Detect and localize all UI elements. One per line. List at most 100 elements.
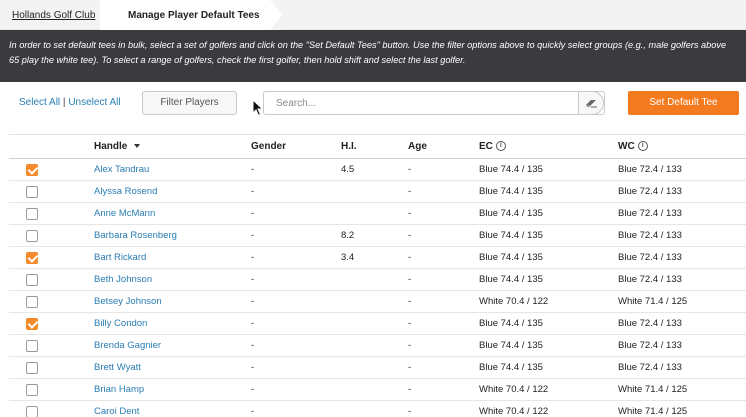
sort-desc-icon <box>134 144 141 149</box>
table-row[interactable]: Bart Rickard - 3.4 - Blue 74.4 / 135 Blue 72.… <box>9 247 746 269</box>
player-wc-tee: Blue 72.4 / 133 <box>618 230 682 241</box>
player-handle-link[interactable]: Alyssa Rosend <box>94 181 157 203</box>
table-row[interactable]: Brett Wyatt - - Blue 74.4 / 135 Blue 72.4 / … <box>9 357 746 379</box>
player-ec-tee: Blue 74.4 / 135 <box>479 340 543 351</box>
player-ec-tee: White 70.4 / 122 <box>479 384 549 395</box>
column-header-age[interactable]: Age <box>408 135 427 159</box>
player-age: - <box>408 296 412 307</box>
table-row[interactable]: Billy Condon - - Blue 74.4 / 135 Blue 72.4 /… <box>9 313 746 335</box>
search-input[interactable] <box>264 92 580 114</box>
player-handle-link[interactable]: Caroi Dent <box>94 401 139 417</box>
column-header-handle[interactable]: Handle <box>94 135 141 159</box>
player-gender: - <box>251 362 255 373</box>
player-handicap-index: 3.4 <box>341 252 355 263</box>
row-checkbox[interactable] <box>26 230 38 242</box>
table-row[interactable]: Alyssa Rosend - - Blue 74.4 / 135 Blue 72.4 … <box>9 181 746 203</box>
player-ec-tee: Blue 74.4 / 135 <box>479 208 543 219</box>
player-handle-link[interactable]: Betsey Johnson <box>94 291 162 313</box>
column-header-wc[interactable]: WC i <box>618 135 648 159</box>
player-wc-tee: Blue 72.4 / 133 <box>618 164 682 175</box>
filter-players-button[interactable]: Filter Players <box>142 91 237 115</box>
player-gender: - <box>251 296 255 307</box>
row-checkbox[interactable] <box>26 384 38 396</box>
table-row[interactable]: Barbara Rosenberg - 8.2 - Blue 74.4 / 135 Blu… <box>9 225 746 247</box>
table-row[interactable]: Caroi Dent - - White 70.4 / 122 White 71.4 /… <box>9 401 746 417</box>
player-handle-link[interactable]: Brian Hamp <box>94 379 144 401</box>
player-gender: - <box>251 164 255 175</box>
breadcrumb-home-link[interactable]: Hollands Golf Club <box>12 10 95 21</box>
player-age: - <box>408 186 412 197</box>
selection-controls: Select All | Unselect All <box>19 96 124 110</box>
info-icon[interactable]: i <box>637 141 648 152</box>
search-box <box>263 91 605 115</box>
player-age: - <box>408 164 412 175</box>
player-gender: - <box>251 208 255 219</box>
player-handle-link[interactable]: Billy Condon <box>94 313 147 335</box>
select-all-link[interactable]: Select All <box>19 97 60 108</box>
instructions-banner: In order to set default tees in bulk, se… <box>0 30 746 82</box>
table-row[interactable]: Alex Tandrau - 4.5 - Blue 74.4 / 135 Blue 72.… <box>9 159 746 181</box>
player-wc-tee: Blue 72.4 / 133 <box>618 186 682 197</box>
player-handle-link[interactable]: Barbara Rosenberg <box>94 225 177 247</box>
table-body: Alex Tandrau - 4.5 - Blue 74.4 / 135 Blue 72.… <box>9 159 746 417</box>
table-header-row: Handle Gender H.I. Age EC i WC i <box>9 135 746 159</box>
info-icon[interactable]: i <box>495 141 506 152</box>
player-wc-tee: White 71.4 / 125 <box>618 384 688 395</box>
selection-separator: | <box>62 97 66 108</box>
breadcrumb-current: Manage Player Default Tees <box>128 10 260 21</box>
row-checkbox[interactable] <box>26 186 38 198</box>
table-row[interactable]: Beth Johnson - - Blue 74.4 / 135 Blue 72.4 /… <box>9 269 746 291</box>
header-handle-label: Handle <box>94 141 128 152</box>
row-checkbox[interactable] <box>26 340 38 352</box>
row-checkbox[interactable] <box>26 164 38 176</box>
player-ec-tee: White 70.4 / 122 <box>479 296 549 307</box>
table-row[interactable]: Betsey Johnson - - White 70.4 / 122 White 71… <box>9 291 746 313</box>
breadcrumb: Hollands Golf Club Manage Player Default… <box>0 0 746 30</box>
row-checkbox[interactable] <box>26 274 38 286</box>
row-checkbox[interactable] <box>26 362 38 374</box>
header-ec-label: EC <box>479 141 493 152</box>
player-gender: - <box>251 384 255 395</box>
clear-search-button[interactable] <box>578 91 604 115</box>
player-wc-tee: Blue 72.4 / 133 <box>618 340 682 351</box>
player-wc-tee: Blue 72.4 / 133 <box>618 252 682 263</box>
table-row[interactable]: Brian Hamp - - White 70.4 / 122 White 71.4 /… <box>9 379 746 401</box>
player-handle-link[interactable]: Anne McMann <box>94 203 155 225</box>
unselect-all-link[interactable]: Unselect All <box>68 97 120 108</box>
player-gender: - <box>251 230 255 241</box>
player-age: - <box>408 274 412 285</box>
column-header-gender[interactable]: Gender <box>251 135 286 159</box>
player-handle-link[interactable]: Brett Wyatt <box>94 357 141 379</box>
player-wc-tee: White 71.4 / 125 <box>618 296 688 307</box>
player-age: - <box>408 384 412 395</box>
player-ec-tee: Blue 74.4 / 135 <box>479 274 543 285</box>
column-header-hi[interactable]: H.I. <box>341 135 357 159</box>
player-handle-link[interactable]: Alex Tandrau <box>94 159 149 181</box>
player-gender: - <box>251 252 255 263</box>
mouse-cursor-icon <box>252 99 264 117</box>
breadcrumb-end-arrow <box>270 0 282 30</box>
header-wc-label: WC <box>618 141 635 152</box>
row-checkbox[interactable] <box>26 252 38 264</box>
player-gender: - <box>251 274 255 285</box>
player-wc-tee: Blue 72.4 / 133 <box>618 318 682 329</box>
player-age: - <box>408 252 412 263</box>
player-handle-link[interactable]: Bart Rickard <box>94 247 146 269</box>
row-checkbox[interactable] <box>26 406 38 417</box>
row-checkbox[interactable] <box>26 318 38 330</box>
player-age: - <box>408 340 412 351</box>
row-checkbox[interactable] <box>26 208 38 220</box>
player-handle-link[interactable]: Brenda Gagnier <box>94 335 161 357</box>
table-row[interactable]: Brenda Gagnier - - Blue 74.4 / 135 Blue 72.4… <box>9 335 746 357</box>
player-wc-tee: Blue 72.4 / 133 <box>618 208 682 219</box>
player-age: - <box>408 208 412 219</box>
column-header-ec[interactable]: EC i <box>479 135 506 159</box>
table-row[interactable]: Anne McMann - - Blue 74.4 / 135 Blue 72.4 / … <box>9 203 746 225</box>
row-checkbox[interactable] <box>26 296 38 308</box>
player-ec-tee: Blue 74.4 / 135 <box>479 252 543 263</box>
set-default-tee-button[interactable]: Set Default Tee <box>628 91 739 115</box>
player-handle-link[interactable]: Beth Johnson <box>94 269 152 291</box>
player-ec-tee: Blue 74.4 / 135 <box>479 186 543 197</box>
player-gender: - <box>251 406 255 417</box>
player-age: - <box>408 318 412 329</box>
